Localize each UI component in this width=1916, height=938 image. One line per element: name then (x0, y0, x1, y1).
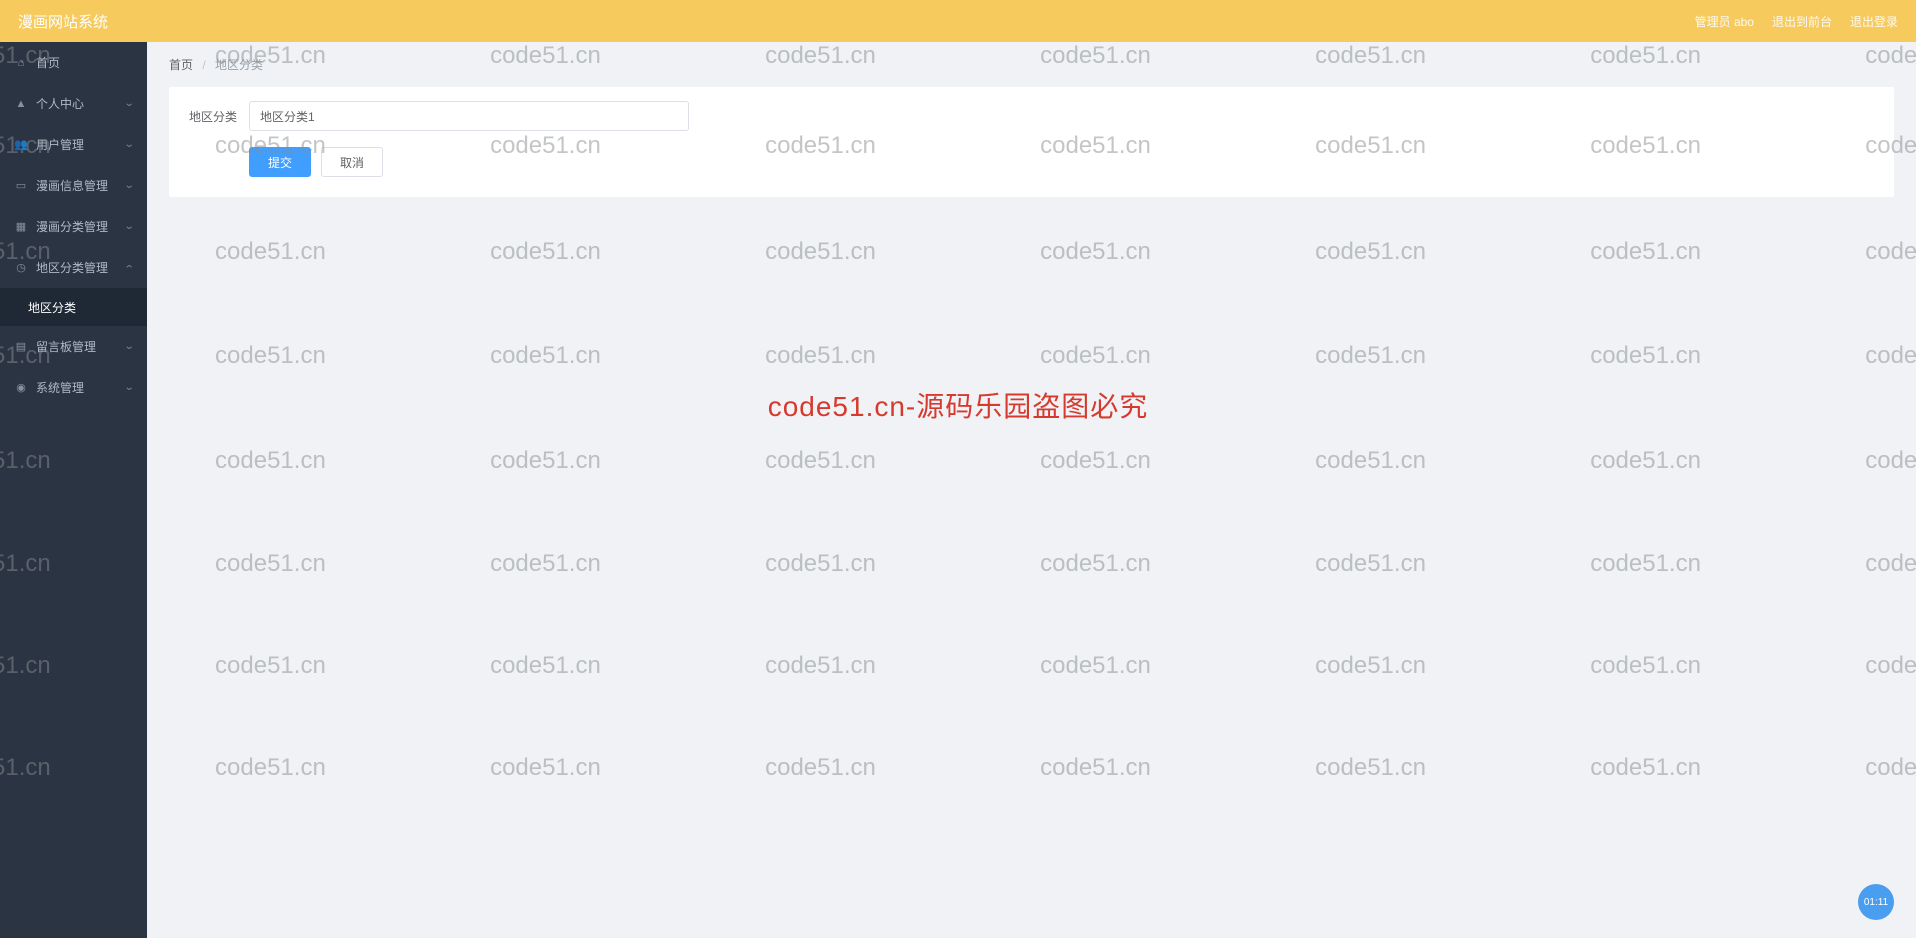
sidebar-item-label: 用户管理 (36, 136, 125, 153)
sidebar-item-label: 首页 (36, 54, 133, 71)
region-category-input[interactable] (249, 101, 689, 131)
sidebar-item-label: 系统管理 (36, 379, 125, 396)
sidebar-subitem-label: 地区分类 (28, 299, 76, 316)
exit-frontend-link[interactable]: 退出到前台 (1772, 13, 1832, 30)
sidebar-item-manga-info[interactable]: ▭ 漫画信息管理 ⌄ (0, 165, 147, 206)
sidebar-item-manga-category[interactable]: ▦ 漫画分类管理 ⌄ (0, 206, 147, 247)
sidebar-item-system[interactable]: ◉ 系统管理 ⌄ (0, 367, 147, 408)
sidebar-item-label: 地区分类管理 (36, 259, 125, 276)
region-icon: ◷ (14, 261, 28, 275)
app-title: 漫画网站系统 (18, 11, 108, 32)
top-header: 漫画网站系统 管理员 abo 退出到前台 退出登录 (0, 0, 1916, 42)
chevron-down-icon: ⌄ (123, 341, 134, 352)
sidebar-item-home[interactable]: ⌂ 首页 (0, 42, 147, 83)
form-row-region: 地区分类 (187, 101, 1876, 131)
system-icon: ◉ (14, 381, 28, 395)
breadcrumb-current: 地区分类 (215, 58, 263, 72)
chevron-down-icon: ⌄ (123, 98, 134, 109)
chevron-down-icon: ⌄ (123, 221, 134, 232)
breadcrumb-separator: / (202, 58, 205, 72)
header-actions: 管理员 abo 退出到前台 退出登录 (1695, 13, 1898, 30)
sidebar-item-users[interactable]: 👥 用户管理 ⌄ (0, 124, 147, 165)
breadcrumb: 首页 / 地区分类 (169, 56, 1894, 73)
cancel-button[interactable]: 取消 (321, 147, 383, 177)
timer-badge[interactable]: 01:11 (1858, 884, 1894, 920)
main-container: ⌂ 首页 ▲ 个人中心 ⌄ 👥 用户管理 ⌄ ▭ 漫画信息管理 ⌄ ▦ 漫画分类… (0, 42, 1916, 938)
logout-link[interactable]: 退出登录 (1850, 13, 1898, 30)
grid-icon: ▦ (14, 220, 28, 234)
chevron-down-icon: ⌄ (123, 139, 134, 150)
admin-label[interactable]: 管理员 abo (1695, 13, 1754, 30)
submit-button[interactable]: 提交 (249, 147, 311, 177)
form-actions: 提交 取消 (249, 147, 1876, 177)
form-label-region: 地区分类 (187, 108, 237, 125)
sidebar-item-label: 漫画分类管理 (36, 218, 125, 235)
breadcrumb-home[interactable]: 首页 (169, 58, 193, 72)
sidebar: ⌂ 首页 ▲ 个人中心 ⌄ 👥 用户管理 ⌄ ▭ 漫画信息管理 ⌄ ▦ 漫画分类… (0, 42, 147, 938)
form-card: 地区分类 提交 取消 (169, 87, 1894, 197)
users-icon: 👥 (14, 138, 28, 152)
chevron-down-icon: ⌄ (123, 180, 134, 191)
sidebar-item-label: 个人中心 (36, 95, 125, 112)
sidebar-item-message-board[interactable]: ▤ 留言板管理 ⌄ (0, 326, 147, 367)
manga-icon: ▭ (14, 179, 28, 193)
chevron-down-icon: ⌄ (123, 382, 134, 393)
home-icon: ⌂ (14, 56, 28, 70)
sidebar-item-label: 留言板管理 (36, 338, 125, 355)
board-icon: ▤ (14, 340, 28, 354)
sidebar-subitem-region[interactable]: 地区分类 (0, 288, 147, 326)
chevron-up-icon: ⌄ (123, 262, 134, 273)
sidebar-item-profile[interactable]: ▲ 个人中心 ⌄ (0, 83, 147, 124)
main-content: 首页 / 地区分类 地区分类 提交 取消 (147, 42, 1916, 938)
sidebar-item-region-category[interactable]: ◷ 地区分类管理 ⌄ (0, 247, 147, 288)
sidebar-item-label: 漫画信息管理 (36, 177, 125, 194)
user-icon: ▲ (14, 97, 28, 111)
